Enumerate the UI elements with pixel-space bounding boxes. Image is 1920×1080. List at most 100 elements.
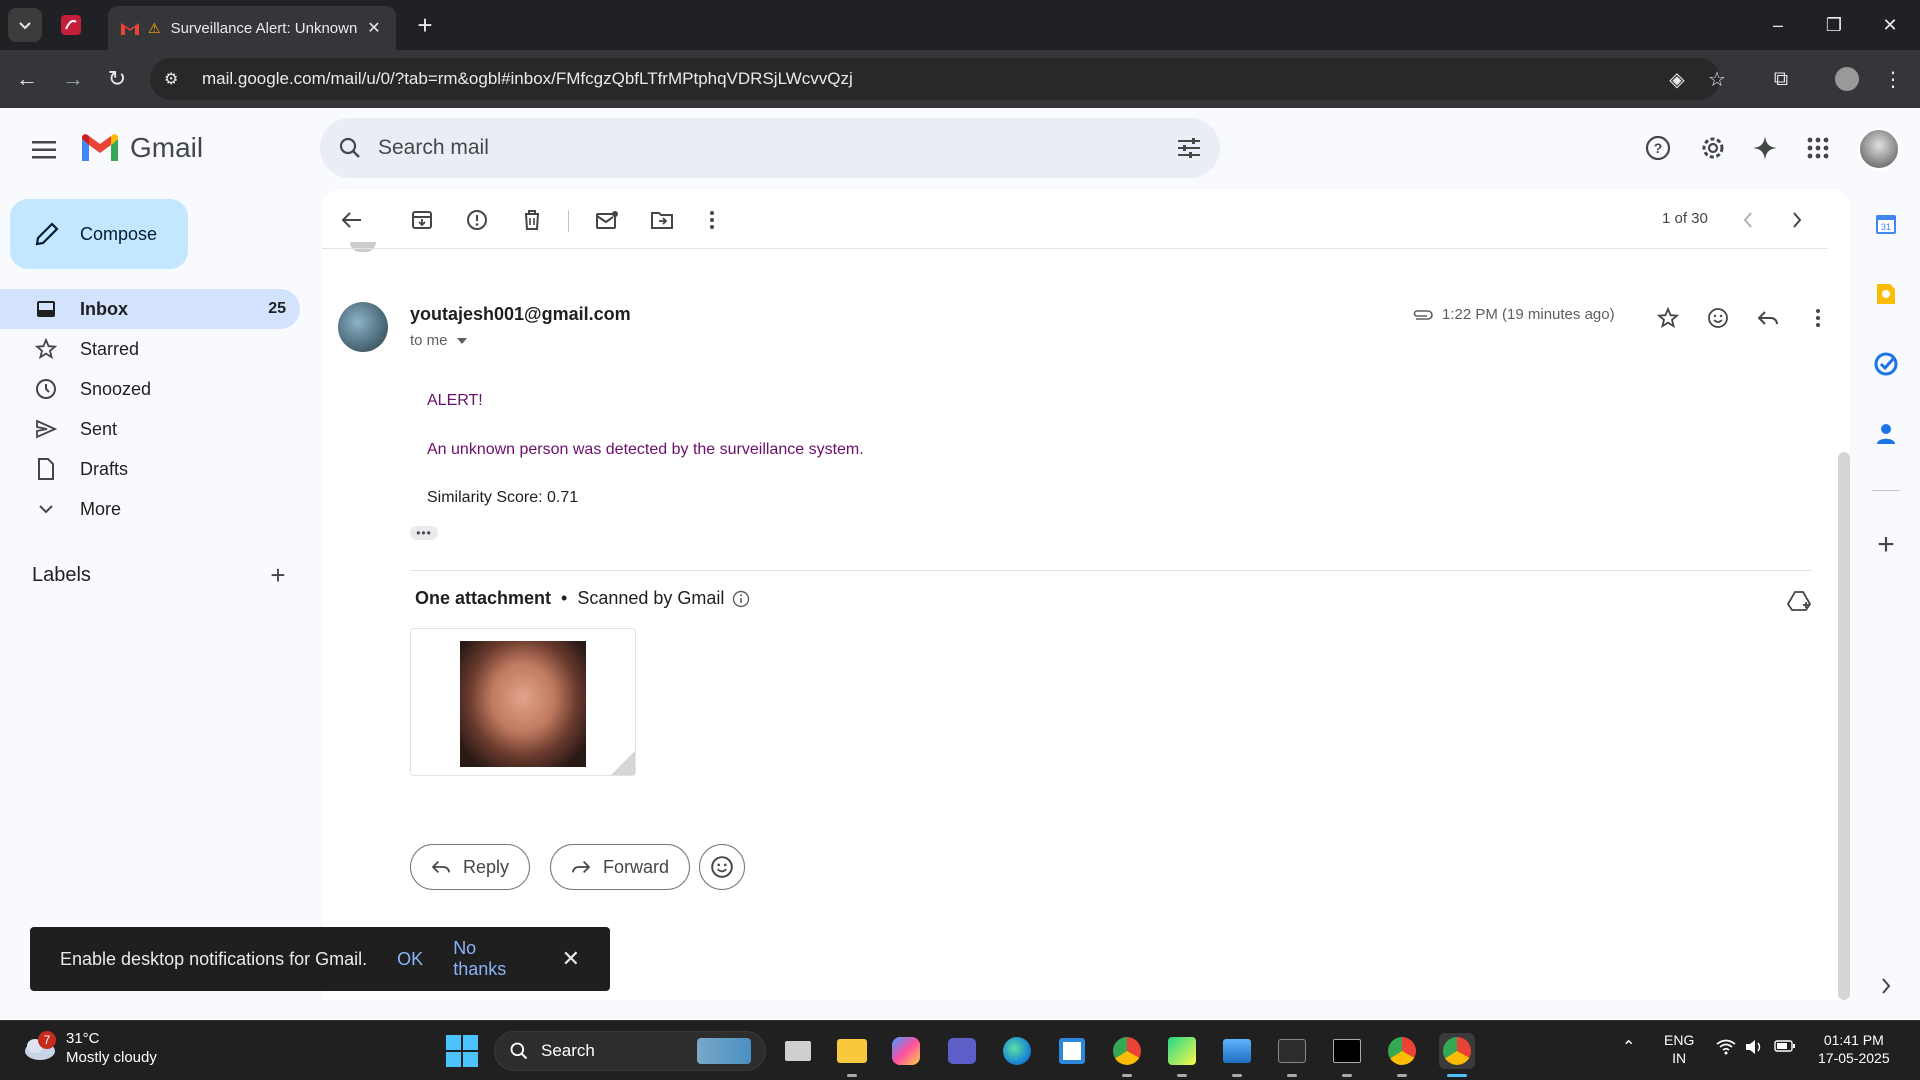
volume-icon[interactable] <box>1744 1039 1764 1059</box>
new-tab-button[interactable]: + <box>410 10 440 40</box>
windows-start-button[interactable] <box>446 1035 478 1067</box>
reload-button[interactable]: ↻ <box>100 62 134 96</box>
pinned-tab[interactable] <box>58 12 84 38</box>
forward-label: Forward <box>603 856 670 877</box>
draft-icon <box>34 457 58 481</box>
tab-close-icon[interactable]: ✕ <box>364 18 384 38</box>
photos-icon[interactable] <box>1219 1033 1255 1077</box>
add-label-button[interactable]: + <box>264 560 292 590</box>
wifi-icon[interactable] <box>1716 1039 1736 1059</box>
snackbar-no-thanks-button[interactable]: No thanks <box>453 938 525 980</box>
delete-button[interactable] <box>512 200 552 240</box>
add-reaction-icon[interactable] <box>1698 298 1738 338</box>
show-trimmed-content-button[interactable]: ••• <box>410 526 438 540</box>
snackbar-ok-button[interactable]: OK <box>397 949 423 970</box>
task-view-icon[interactable] <box>780 1033 816 1069</box>
forward-button[interactable]: Forward <box>550 844 691 890</box>
newer-button[interactable] <box>1728 200 1768 240</box>
sidebar-item-label: More <box>80 498 122 519</box>
tasks-icon[interactable] <box>1870 348 1902 380</box>
support-icon[interactable]: ? <box>1638 128 1678 168</box>
weather-widget[interactable]: 7 31°C Mostly cloudy <box>22 1029 157 1067</box>
side-panel-divider <box>1872 490 1900 491</box>
copilot-icon[interactable] <box>888 1033 924 1069</box>
sender-avatar[interactable] <box>338 302 388 352</box>
address-bar[interactable]: ⚙ mail.google.com/mail/u/0/?tab=rm&ogbl#… <box>150 58 1720 100</box>
gemini-sparkle-icon[interactable] <box>1745 128 1785 168</box>
browser-toolbar: ← → ↻ ⚙ mail.google.com/mail/u/0/?tab=rm… <box>0 50 1920 108</box>
recipient-details[interactable]: to me <box>410 332 468 349</box>
cloud-icon: 7 <box>22 1031 56 1061</box>
move-to-button[interactable] <box>642 200 682 240</box>
search-options-icon[interactable] <box>1176 137 1202 159</box>
browser-menu-icon[interactable]: ⋮ <box>1876 62 1910 96</box>
info-icon[interactable] <box>732 590 750 608</box>
teams-icon[interactable] <box>944 1033 980 1069</box>
older-button[interactable] <box>1777 200 1817 240</box>
sender-email[interactable]: youtajesh001@gmail.com <box>410 304 631 325</box>
scrollbar[interactable] <box>1838 452 1850 1000</box>
main-menu-icon[interactable] <box>24 130 64 170</box>
battery-icon[interactable] <box>1774 1039 1796 1057</box>
sidebar-item-drafts[interactable]: Drafts <box>0 449 300 489</box>
active-tab[interactable]: ⚠ Surveillance Alert: Unknown ✕ <box>108 6 396 50</box>
keep-icon[interactable] <box>1870 278 1902 310</box>
settings-gear-icon[interactable] <box>1693 128 1733 168</box>
sidebar-item-label: Starred <box>80 338 140 359</box>
reply-button[interactable]: Reply <box>410 844 531 890</box>
search-input[interactable]: Search mail <box>378 136 1176 160</box>
site-info-icon[interactable]: ⚙ <box>164 69 196 89</box>
app-favicon-icon <box>61 15 81 35</box>
restore-button[interactable]: ❐ <box>1814 8 1854 42</box>
more-actions-icon[interactable] <box>692 200 732 240</box>
language-indicator[interactable]: ENG IN <box>1664 1031 1694 1067</box>
forward-button[interactable]: → <box>56 62 90 96</box>
message-more-icon[interactable] <box>1798 298 1838 338</box>
store-icon[interactable] <box>1054 1033 1090 1069</box>
clock-icon <box>34 377 58 401</box>
snackbar-close-icon[interactable]: ✕ <box>562 946 580 972</box>
file-explorer-icon[interactable] <box>834 1033 870 1077</box>
tab-search-button[interactable] <box>8 8 42 42</box>
calendar-icon[interactable]: 31 <box>1870 208 1902 240</box>
apps-grid-icon[interactable] <box>1798 128 1838 168</box>
sidebar-item-inbox[interactable]: Inbox 25 <box>0 289 300 329</box>
compose-button[interactable]: Compose <box>10 199 188 269</box>
show-hidden-icons[interactable]: ⌃ <box>1622 1039 1635 1057</box>
chrome-profile-icon[interactable] <box>1384 1033 1420 1077</box>
taskbar-search[interactable]: Search <box>494 1031 766 1071</box>
back-to-inbox-button[interactable] <box>332 200 372 240</box>
back-button[interactable]: ← <box>10 62 44 96</box>
add-to-drive-icon[interactable] <box>1784 586 1814 616</box>
star-message-icon[interactable] <box>1648 298 1688 338</box>
sidebar-item-more[interactable]: More <box>0 489 300 529</box>
attachment-thumbnail[interactable] <box>410 628 636 776</box>
extensions-icon[interactable]: ⧉ <box>1764 62 1798 96</box>
report-spam-button[interactable] <box>457 200 497 240</box>
reply-icon[interactable] <box>1748 298 1788 338</box>
terminal-icon[interactable] <box>1274 1033 1310 1077</box>
edge-icon[interactable] <box>999 1033 1035 1069</box>
account-avatar[interactable] <box>1858 128 1900 170</box>
sidebar-item-starred[interactable]: Starred <box>0 329 300 369</box>
emoji-reaction-button[interactable] <box>699 844 745 890</box>
sidebar-item-snoozed[interactable]: Snoozed <box>0 369 300 409</box>
contacts-icon[interactable] <box>1870 418 1902 450</box>
search-bar[interactable]: Search mail <box>320 118 1220 178</box>
pycharm-icon[interactable] <box>1164 1033 1200 1077</box>
hide-side-panel-icon[interactable] <box>1870 970 1902 1002</box>
archive-button[interactable] <box>402 200 442 240</box>
minimize-button[interactable]: – <box>1758 8 1798 42</box>
command-prompt-icon[interactable] <box>1329 1033 1365 1077</box>
get-addons-plus-icon[interactable]: + <box>1870 528 1902 561</box>
sidebar-item-sent[interactable]: Sent <box>0 409 300 449</box>
lens-icon[interactable]: ◈ <box>1660 62 1694 96</box>
chrome-active-icon[interactable] <box>1439 1033 1475 1077</box>
clock[interactable]: 01:41 PM 17-05-2025 <box>1818 1031 1890 1067</box>
gmail-logo[interactable]: Gmail <box>80 132 203 164</box>
close-window-button[interactable]: ✕ <box>1870 8 1910 42</box>
bookmark-star-icon[interactable]: ☆ <box>1700 62 1734 96</box>
profile-avatar[interactable] <box>1830 62 1864 96</box>
mark-unread-button[interactable] <box>587 200 627 240</box>
chrome-dev-icon[interactable] <box>1109 1033 1145 1077</box>
